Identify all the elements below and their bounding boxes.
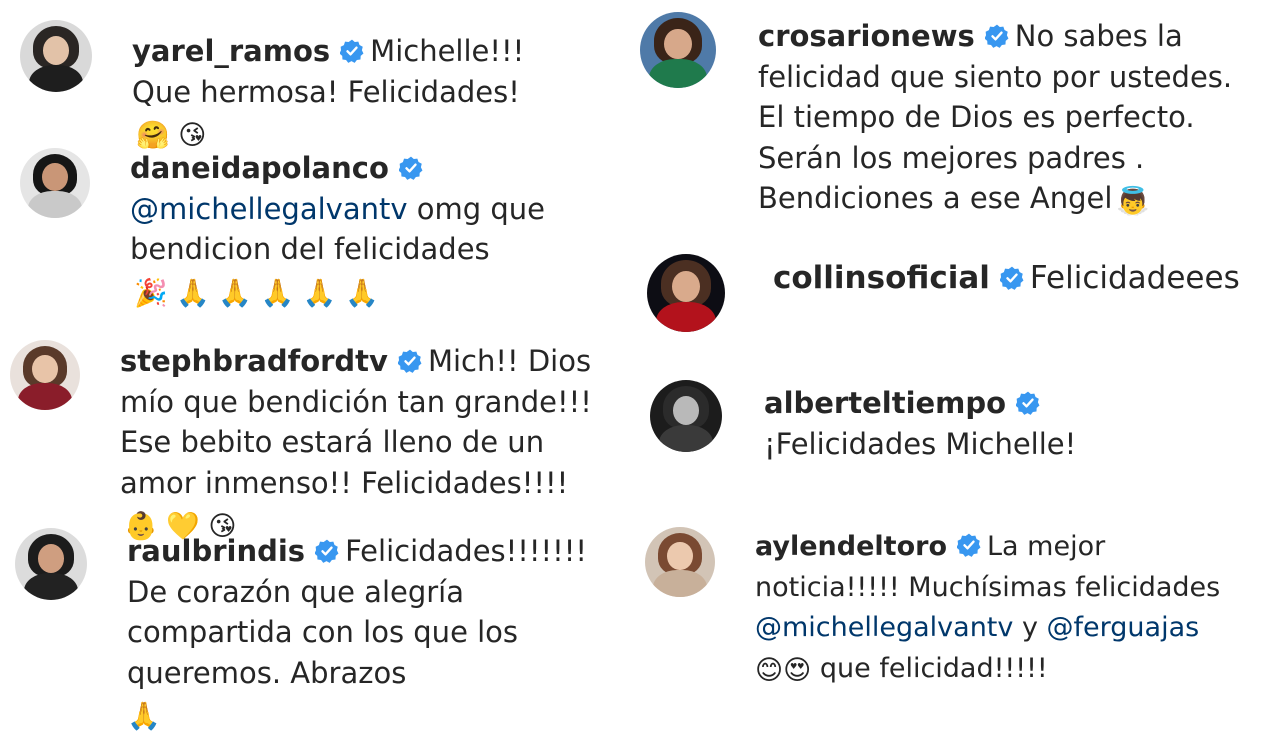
verified-badge-icon <box>315 539 339 563</box>
avatar[interactable] <box>650 380 722 452</box>
comment-alberteltiempo: alberteltiempo ¡Felicidades Michelle! <box>650 380 1280 464</box>
verified-badge-icon <box>1000 266 1024 290</box>
username[interactable]: alberteltiempo <box>764 386 1006 420</box>
verified-badge-icon <box>398 349 422 373</box>
avatar[interactable] <box>645 527 715 597</box>
comment-body: stephbradfordtv Mich!! Dios mío que bendi… <box>120 341 610 544</box>
comment-raulbrindis: raulbrindis Felicidades!!!!!!! De corazón… <box>15 528 620 734</box>
comment-body: daneidapolanco @michellegalvantv omg que… <box>130 148 610 310</box>
comment-text-tail: que felicidad!!!!! <box>811 652 1048 684</box>
emoji-angel-icon: 👼 <box>1116 186 1151 217</box>
verified-badge-icon <box>957 533 981 557</box>
username[interactable]: raulbrindis <box>127 534 305 568</box>
username[interactable]: aylendeltoro <box>755 531 947 562</box>
comment-body: raulbrindis Felicidades!!!!!!! De corazón… <box>127 531 617 734</box>
verified-badge-icon <box>399 156 423 180</box>
verified-badge-icon <box>1016 391 1040 415</box>
emoji-hug-kiss-icon: 🤗 😘 <box>136 120 207 151</box>
comment-body: alberteltiempo ¡Felicidades Michelle! <box>764 383 1204 464</box>
avatar[interactable] <box>20 148 90 218</box>
avatar[interactable] <box>15 528 87 600</box>
comment-text-joiner: y <box>1013 612 1047 643</box>
comment-daneidapolanco: daneidapolanco @michellegalvantv omg que… <box>20 148 620 310</box>
username[interactable]: collinsoficial <box>773 260 990 296</box>
avatar[interactable] <box>647 254 725 332</box>
emoji-smile-hearteyes-icon: 😊😍 <box>755 654 812 686</box>
comment-text: Felicidadeees <box>1029 260 1240 296</box>
avatar[interactable] <box>20 20 92 92</box>
comment-stephbradfordtv: stephbradfordtv Mich!! Dios mío que bendi… <box>10 340 620 544</box>
avatar[interactable] <box>10 340 80 410</box>
comment-text: ¡Felicidades Michelle! <box>764 426 1077 461</box>
comment-body: aylendeltoro La mejor noticia!!!!! Muchís… <box>755 527 1255 689</box>
comment-aylendeltoro: aylendeltoro La mejor noticia!!!!! Muchís… <box>645 527 1280 689</box>
username[interactable]: crosarionews <box>758 19 975 53</box>
comment-crosarionews: crosarionews No sabes la felicidad que si… <box>640 12 1280 219</box>
mention-link[interactable]: @michellegalvantv <box>755 612 1013 643</box>
comment-body: collinsoficial Felicidadeees <box>773 258 1273 299</box>
mention-link[interactable]: @ferguajas <box>1047 612 1200 643</box>
comment-collinsoficial: collinsoficial Felicidadeees <box>647 254 1280 332</box>
username[interactable]: stephbradfordtv <box>120 344 388 378</box>
comment-yarel-ramos: yarel_ramos Michelle!!! Que hermosa! Feli… <box>20 20 620 153</box>
mention-link[interactable]: @michellegalvantv <box>130 192 408 226</box>
emoji-pray-icon: 🙏 <box>127 701 161 732</box>
emoji-party-pray-icon: 🎉 🙏 🙏 🙏 🙏 🙏 <box>134 277 379 309</box>
verified-badge-icon <box>340 39 364 63</box>
comment-body: crosarionews No sabes la felicidad que si… <box>758 16 1258 219</box>
verified-badge-icon <box>985 24 1009 48</box>
username[interactable]: daneidapolanco <box>130 151 389 185</box>
comment-body: yarel_ramos Michelle!!! Que hermosa! Feli… <box>132 31 592 153</box>
username[interactable]: yarel_ramos <box>132 34 330 68</box>
avatar[interactable] <box>640 12 716 88</box>
